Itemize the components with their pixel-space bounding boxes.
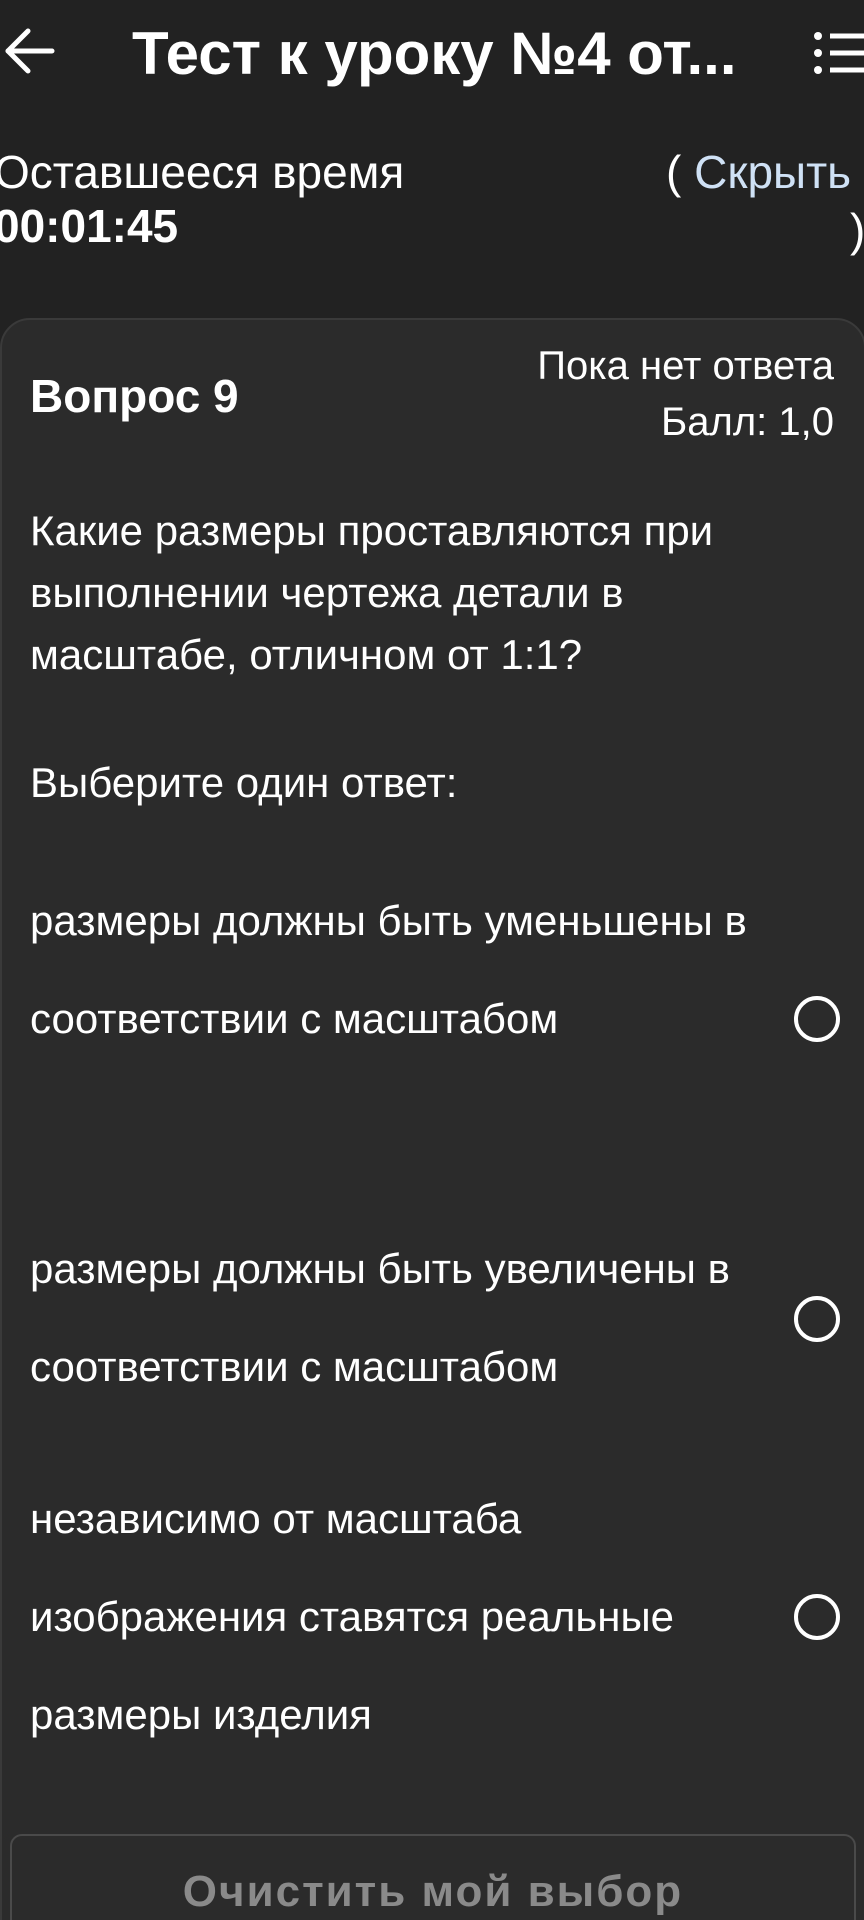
back-button[interactable] <box>2 22 60 80</box>
answer-option-label: размеры должны быть увеличены в соответс… <box>30 1245 730 1390</box>
clear-choice-button[interactable]: Очистить мой выбор <box>10 1834 856 1920</box>
answer-option[interactable]: размеры должны быть уменьшены в соответс… <box>30 872 840 1068</box>
question-score: Балл: 1,0 <box>660 400 834 444</box>
arrow-left-icon <box>5 28 55 74</box>
radio-button[interactable] <box>794 1594 840 1640</box>
question-title: Вопрос 9 <box>30 370 239 422</box>
hide-timer-toggle[interactable]: ( Скрыть <box>666 146 851 198</box>
list-menu-icon <box>814 32 864 74</box>
answer-option-label: размеры должны быть уменьшены в соответс… <box>30 897 747 1042</box>
answer-option-label: независимо от масштаба изображения ставя… <box>30 1495 674 1738</box>
question-text: Какие размеры проставляются при выполнен… <box>30 507 714 678</box>
radio-button[interactable] <box>794 996 840 1042</box>
page-title: Тест к уроку №4 от... <box>132 20 737 87</box>
answer-prompt: Выберите один ответ: <box>30 759 458 806</box>
answer-option[interactable]: размеры должны быть увеличены в соответс… <box>30 1220 840 1416</box>
hide-timer-link[interactable]: Скрыть <box>694 146 851 198</box>
hide-timer-paren-open: ( <box>666 146 695 198</box>
app-header: Тест к уроку №4 от... <box>0 0 864 110</box>
menu-button[interactable] <box>812 26 864 80</box>
question-status: Пока нет ответа <box>537 344 834 388</box>
answer-option[interactable]: независимо от масштаба изображения ставя… <box>30 1470 840 1764</box>
hide-timer-paren-close: ) <box>850 204 864 256</box>
radio-button[interactable] <box>794 1296 840 1342</box>
timer-value: 00:01:45 <box>0 200 179 252</box>
quiz-page: Тест к уроку №4 от... Оставшееся время 0… <box>0 0 864 1920</box>
timer-label: Оставшееся время <box>0 146 405 198</box>
